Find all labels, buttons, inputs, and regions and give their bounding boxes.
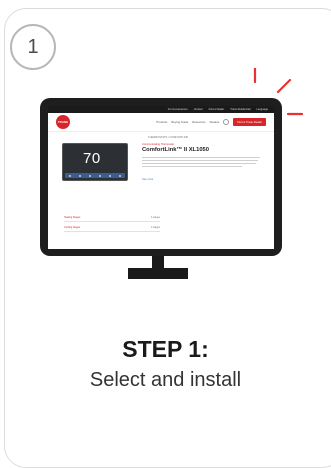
spec-value: 4 stages [150, 216, 160, 219]
monitor: For Homeowners Contact Find a Dealer Tra… [40, 98, 282, 256]
top-link[interactable]: For Homeowners [168, 108, 188, 111]
description-line [142, 157, 260, 159]
step-number: 1 [27, 35, 39, 58]
product-name: ComfortLink™ II XL1050 [142, 147, 209, 153]
nav-links: Products Buying Guide Resources Dealers … [156, 118, 266, 126]
spec-label: Cooling Stages [64, 226, 81, 229]
top-link[interactable]: Find a Dealer [209, 108, 225, 111]
search-icon[interactable] [223, 119, 230, 125]
step-number-badge: 1 [10, 24, 56, 70]
logo-text: TRANE [57, 120, 69, 124]
nav-link[interactable]: Resources [192, 120, 205, 124]
thermostat-temperature: 70 [83, 150, 101, 167]
top-link[interactable]: Language [256, 108, 268, 111]
description-line [142, 163, 256, 165]
site-nav: TRANE Products Buying Guide Resources De… [48, 113, 274, 132]
spec-row: Heating Stages 4 stages [64, 216, 160, 219]
spec-row: Cooling Stages 2 stages [64, 226, 160, 229]
spec-value: 2 stages [150, 226, 160, 229]
monitor-screen: For Homeowners Contact Find a Dealer Tra… [48, 106, 274, 249]
breadcrumb[interactable]: THERMOSTATS / COMFORTLINK [148, 136, 188, 139]
monitor-stand-base [128, 268, 188, 279]
find-dealer-button[interactable]: Find a Trane Dealer [233, 118, 266, 126]
description-line [142, 160, 258, 162]
spec-label: Heating Stages [64, 216, 81, 219]
nav-link[interactable]: Dealers [210, 120, 220, 124]
product-category: Communicating Thermostat [142, 143, 174, 146]
step-title: STEP 1: [122, 336, 209, 362]
spec-divider [64, 221, 160, 222]
site-top-bar: For Homeowners Contact Find a Dealer Tra… [48, 106, 274, 113]
spec-divider [64, 231, 160, 232]
top-link[interactable]: Trane Residential [230, 108, 250, 111]
top-link[interactable]: Contact [194, 108, 203, 111]
description-line [142, 166, 242, 168]
nav-link[interactable]: Products [156, 120, 167, 124]
site-logo[interactable]: TRANE [56, 115, 70, 129]
nav-link[interactable]: Buying Guide [171, 120, 188, 124]
thermostat-controls [65, 173, 125, 178]
step-subtitle: Select and install [89, 369, 242, 391]
see-more-link[interactable]: See more [142, 178, 153, 181]
thermostat-image: 70 [62, 143, 128, 181]
